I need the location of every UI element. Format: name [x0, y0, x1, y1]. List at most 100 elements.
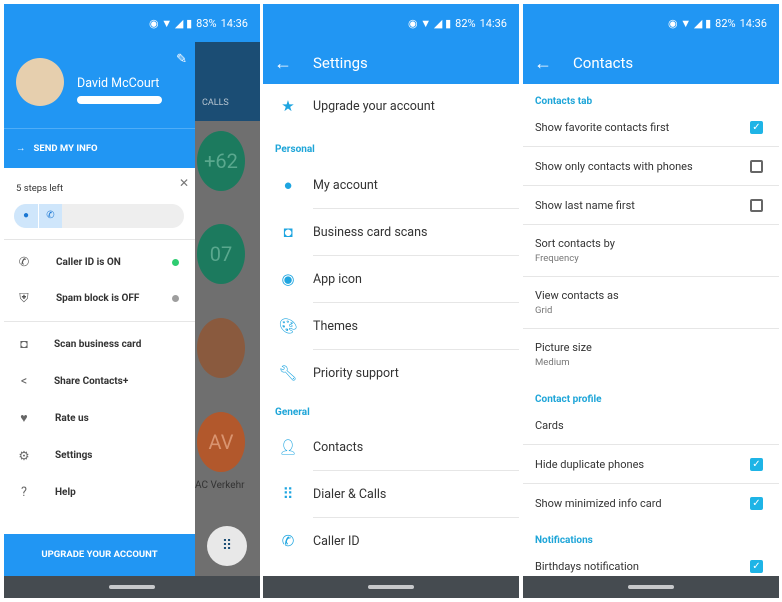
item-value: Grid	[535, 305, 553, 316]
camera-icon: ◘	[20, 337, 28, 352]
item-label: Caller ID	[313, 533, 360, 549]
background-app: CALLS +62 07 AV AC Verkehr ⠿	[195, 42, 260, 576]
heart-icon: ♥	[20, 411, 28, 426]
dialpad-icon: ⠿	[282, 485, 294, 503]
avatar[interactable]	[16, 58, 64, 106]
section-personal: Personal	[275, 144, 315, 155]
section-contacts-tab: Contacts tab	[535, 96, 593, 107]
item-value: Frequency	[535, 253, 579, 264]
item-label: Upgrade your account	[313, 98, 435, 114]
settings-dialer-calls[interactable]: ⠿ Dialer & Calls	[263, 471, 519, 517]
checkbox-checked[interactable]: ✓	[750, 457, 763, 471]
page-title: Settings	[313, 54, 368, 72]
back-arrow-icon[interactable]: ←	[523, 53, 563, 74]
settings-app-icon[interactable]: ◉ App icon	[263, 256, 519, 302]
checkbox-unchecked[interactable]	[750, 198, 763, 212]
navigation-drawer: David McCourt ✎ → SEND MY INFO 5 steps le…	[4, 42, 195, 576]
app-icon-icon: ◉	[281, 270, 295, 288]
star-icon: ★	[281, 97, 295, 115]
menu-scan-business-card[interactable]: ◘ Scan business card	[4, 326, 195, 363]
navigation-bar	[263, 576, 519, 598]
send-info-button[interactable]: → SEND MY INFO	[4, 128, 195, 168]
settings-upgrade[interactable]: ★ Upgrade your account	[263, 86, 519, 126]
settings-business-card-scans[interactable]: ◘ Business card scans	[263, 209, 519, 255]
close-icon[interactable]: ✕	[179, 176, 189, 190]
status-bar: ◉ ▼ ◢ ▮ 82% 14:36	[263, 4, 519, 42]
tab-calls[interactable]: CALLS	[195, 42, 260, 121]
back-arrow-icon[interactable]: ←	[263, 53, 303, 74]
menu-label: Rate us	[55, 413, 89, 424]
toolbar: ← Contacts	[523, 42, 779, 84]
home-handle[interactable]	[368, 585, 414, 589]
dialpad-button[interactable]: ⠿	[207, 526, 247, 566]
settings-priority-support[interactable]: 🔧︎ Priority support	[263, 350, 519, 396]
help-icon: ?	[21, 485, 27, 500]
checkbox-unchecked[interactable]	[750, 159, 763, 173]
show-minimized-info-card[interactable]: Show minimized info card ✓	[523, 484, 779, 522]
checkbox-checked[interactable]: ✓	[750, 496, 763, 510]
menu-settings[interactable]: ⚙ Settings	[4, 437, 195, 474]
item-label: Hide duplicate phones	[535, 457, 645, 471]
page-title: Contacts	[573, 54, 634, 72]
settings-contacts[interactable]: 👤︎ Contacts	[263, 424, 519, 470]
show-only-with-phones[interactable]: Show only contacts with phones	[523, 147, 779, 185]
camera-icon: ◘	[283, 223, 293, 241]
menu-share-contacts[interactable]: < Share Contacts+	[4, 363, 195, 400]
show-favorites-first[interactable]: Show favorite contacts first ✓	[523, 108, 779, 146]
phone-icon: ✆	[18, 255, 30, 270]
item-label: Themes	[313, 318, 359, 334]
steps-left: 5 steps left	[16, 183, 64, 194]
contact-name: AC Verkehr	[195, 480, 245, 491]
settings-caller-id[interactable]: ✆ Caller ID	[263, 518, 519, 564]
item-label: Contacts	[313, 439, 364, 455]
person-icon: 👤︎	[278, 438, 298, 456]
avatar[interactable]: +62	[197, 131, 245, 191]
clock: 14:36	[220, 16, 248, 30]
settings-screen: ◉ ▼ ◢ ▮ 82% 14:36 ← Settings ★ Upgrade your …	[263, 4, 519, 598]
show-last-name-first[interactable]: Show last name first	[523, 186, 779, 224]
section-notifications: Notifications	[535, 535, 593, 546]
spam-block-status[interactable]: ⛨ Spam block is OFF	[4, 280, 195, 316]
menu-label: Share Contacts+	[54, 376, 129, 387]
edit-icon[interactable]: ✎	[176, 52, 187, 67]
send-info-label: SEND MY INFO	[33, 143, 98, 154]
status-dot	[172, 294, 179, 302]
item-label: Show last name first	[535, 198, 635, 212]
status-bar: ◉ ▼ ◢ ▮ 82% 14:36	[523, 4, 779, 42]
account-icon: ●	[14, 204, 38, 228]
item-label: Sort contacts by	[535, 237, 615, 250]
section-contact-profile: Contact profile	[535, 394, 602, 405]
avatar[interactable]: 07	[197, 224, 245, 284]
hide-duplicate-phones[interactable]: Hide duplicate phones ✓	[523, 445, 779, 483]
caller-id-status[interactable]: ✆ Caller ID is ON	[4, 244, 195, 280]
shield-icon: ⛨	[19, 290, 29, 306]
item-label: View contacts as	[535, 289, 619, 302]
upgrade-button[interactable]: UPGRADE YOUR ACCOUNT	[4, 534, 195, 576]
home-handle[interactable]	[628, 585, 674, 589]
item-label: App icon	[313, 271, 362, 287]
picture-size[interactable]: Picture size Medium	[523, 329, 779, 380]
clock: 14:36	[479, 16, 507, 30]
sort-contacts-by[interactable]: Sort contacts by Frequency	[523, 225, 779, 276]
toolbar: ← Settings	[263, 42, 519, 84]
clock: 14:36	[739, 16, 767, 30]
menu-help[interactable]: ? Help	[4, 474, 195, 511]
gear-icon: ⚙	[18, 448, 30, 464]
checkbox-checked[interactable]: ✓	[750, 120, 763, 134]
item-label: Business card scans	[313, 224, 428, 240]
menu-rate-us[interactable]: ♥ Rate us	[4, 400, 195, 437]
birthdays-notification[interactable]: Birthdays notification ✓	[523, 556, 779, 576]
cards[interactable]: Cards	[523, 406, 779, 444]
checkbox-checked[interactable]: ✓	[750, 559, 763, 573]
view-contacts-as[interactable]: View contacts as Grid	[523, 277, 779, 328]
avatar-photo[interactable]	[197, 318, 245, 378]
avatar[interactable]: AV	[197, 412, 245, 472]
item-label: Show only contacts with phones	[535, 159, 693, 173]
settings-themes[interactable]: 🎨︎ Themes	[263, 303, 519, 349]
redacted-email	[77, 96, 162, 104]
phone-icon: ✆	[38, 204, 62, 228]
battery: 82%	[715, 16, 736, 30]
settings-my-account[interactable]: ● My account	[263, 162, 519, 208]
profile-header: David McCourt ✎	[4, 42, 195, 128]
home-handle[interactable]	[109, 585, 155, 589]
